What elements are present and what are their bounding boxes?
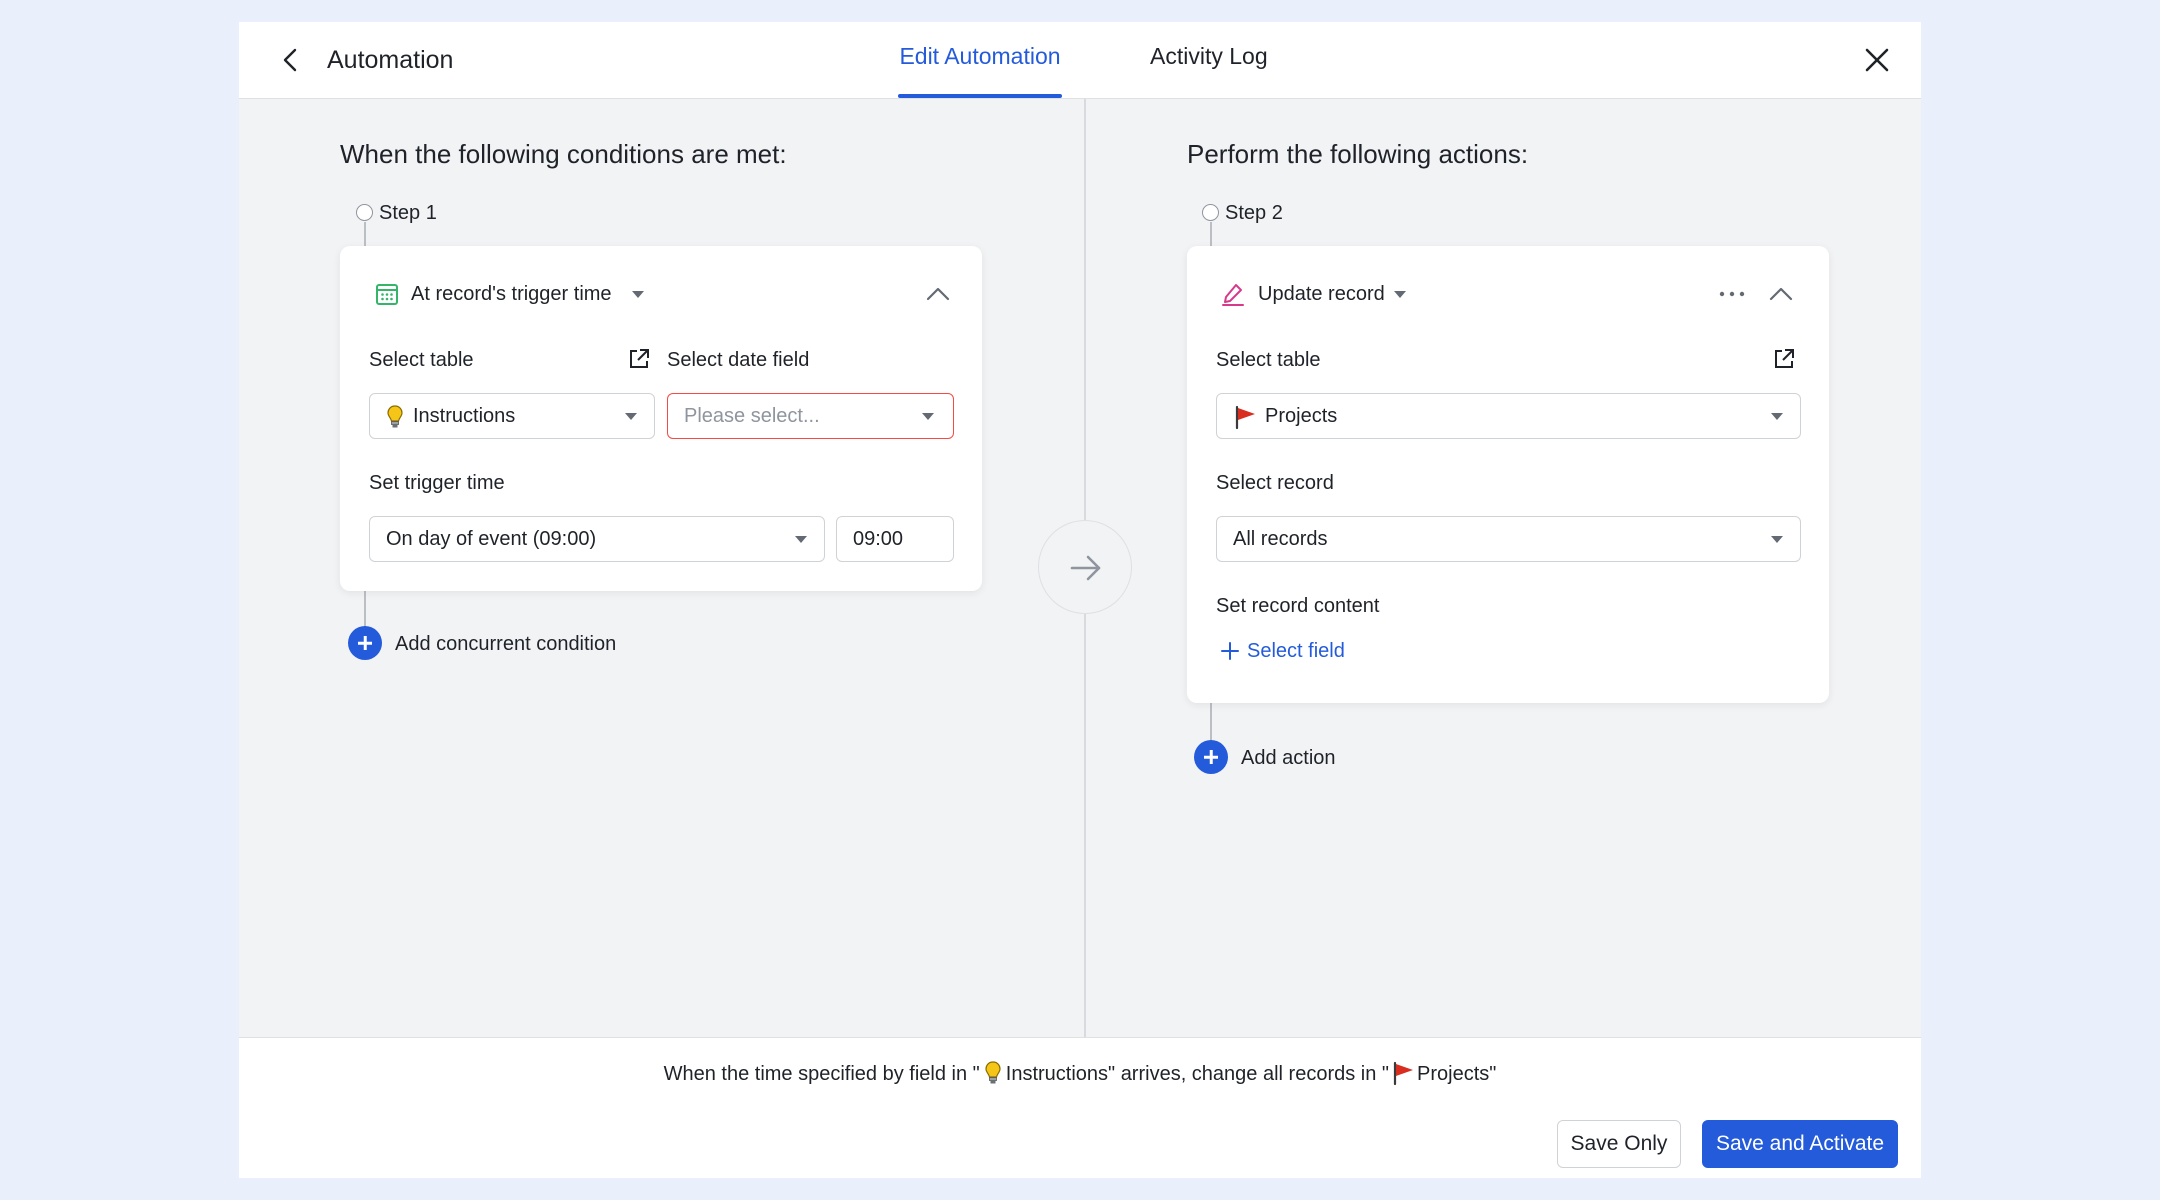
lightbulb-icon <box>985 1061 1001 1084</box>
trigger-type-select[interactable]: At record's trigger time <box>411 280 612 308</box>
external-link-icon[interactable] <box>626 346 652 372</box>
summary-text: " arrives, change all records in " <box>1108 1063 1390 1085</box>
close-button[interactable] <box>1861 44 1893 76</box>
date-field-placeholder: Please select... <box>684 405 820 427</box>
back-button[interactable] <box>275 44 307 76</box>
caret-down-icon <box>795 536 807 543</box>
automation-summary: When the time specified by field in " In… <box>239 1060 1921 1088</box>
add-action-label[interactable]: Add action <box>1241 744 1336 772</box>
time-input[interactable]: 09:00 <box>836 516 954 562</box>
step-1-label: Step 1 <box>379 202 437 224</box>
summary-table-2: Projects <box>1417 1063 1490 1085</box>
table-select-value: Instructions <box>413 405 516 427</box>
table-select[interactable]: Instructions <box>369 393 655 439</box>
chevron-up-icon[interactable] <box>1767 280 1795 308</box>
select-date-field-label: Select date field <box>667 349 810 371</box>
time-input-value: 09:00 <box>853 528 904 550</box>
record-select[interactable]: All records <box>1216 516 1801 562</box>
action-card: Update record Select table Projects Sele… <box>1187 246 1829 703</box>
conditions-title: When the following conditions are met: <box>340 139 787 169</box>
select-table-label: Select table <box>369 349 474 371</box>
arrow-right-icon <box>1070 555 1101 581</box>
chevron-left-icon <box>283 48 297 72</box>
add-action-button[interactable] <box>1194 740 1228 774</box>
close-icon <box>1865 48 1889 72</box>
action-type-select[interactable]: Update record <box>1258 280 1385 308</box>
trigger-time-value: On day of event (09:00) <box>386 528 597 550</box>
caret-down-icon <box>625 413 637 420</box>
modal-header: Automation Edit Automation Activity Log <box>239 22 1921 99</box>
plus-icon <box>1221 642 1239 660</box>
condition-card: At record's trigger time Select table Se… <box>340 246 982 591</box>
save-and-activate-button[interactable]: Save and Activate <box>1702 1120 1898 1168</box>
step-2-label: Step 2 <box>1225 202 1283 224</box>
step-1-dot <box>356 204 373 221</box>
external-link-icon[interactable] <box>1771 346 1797 372</box>
actions-title: Perform the following actions: <box>1187 139 1529 169</box>
summary-text: When the time specified by field in " <box>663 1063 980 1085</box>
calendar-icon <box>376 284 398 305</box>
select-field-label: Select field <box>1247 640 1345 662</box>
caret-down-icon <box>1771 413 1783 420</box>
trigger-time-select[interactable]: On day of event (09:00) <box>369 516 825 562</box>
caret-down-icon <box>1771 536 1783 543</box>
tab-activity-log[interactable]: Activity Log <box>1150 38 1268 74</box>
caret-down-icon[interactable] <box>1394 291 1406 298</box>
trigger-time-label: Set trigger time <box>369 472 505 494</box>
date-field-select[interactable]: Please select... <box>667 393 954 439</box>
active-tab-underline <box>898 94 1062 98</box>
add-condition-button[interactable] <box>348 626 382 660</box>
step-2-dot <box>1202 204 1219 221</box>
select-table-label: Select table <box>1216 349 1321 371</box>
chevron-up-icon[interactable] <box>924 280 952 308</box>
table-select[interactable]: Projects <box>1216 393 1801 439</box>
caret-down-icon <box>922 413 934 420</box>
lightbulb-icon <box>387 405 403 428</box>
footer-bar: When the time specified by field in " In… <box>239 1037 1921 1178</box>
record-content-label: Set record content <box>1216 595 1380 617</box>
select-record-label: Select record <box>1216 472 1334 494</box>
record-select-value: All records <box>1233 528 1328 550</box>
tab-edit-automation[interactable]: Edit Automation <box>898 38 1062 74</box>
more-options-icon[interactable] <box>1717 282 1747 306</box>
caret-down-icon[interactable] <box>632 291 644 298</box>
page-title: Automation <box>327 46 454 74</box>
automation-modal: Automation Edit Automation Activity Log … <box>239 22 1921 1178</box>
pencil-icon <box>1222 284 1244 306</box>
add-condition-label[interactable]: Add concurrent condition <box>395 630 616 658</box>
red-flag-icon <box>1235 405 1255 430</box>
flow-arrow <box>1038 520 1132 614</box>
summary-table-1: Instructions <box>1005 1063 1109 1085</box>
red-flag-icon <box>1393 1061 1414 1086</box>
save-only-button[interactable]: Save Only <box>1557 1120 1681 1168</box>
table-select-value: Projects <box>1265 405 1338 427</box>
summary-text: " <box>1489 1063 1497 1085</box>
